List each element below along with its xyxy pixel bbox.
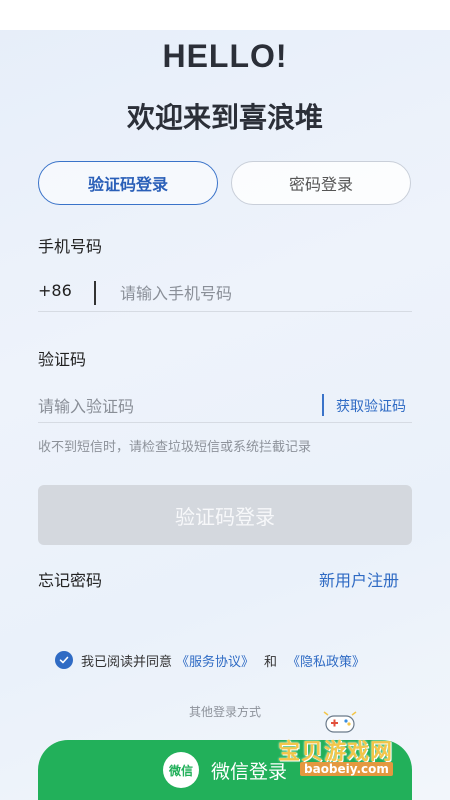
phone-field-row: +86 — [38, 281, 412, 312]
wechat-login-label: 微信登录 — [210, 760, 287, 783]
agreement-row: 我已阅读并同意 《服务协议》 和 《隐私政策》 — [55, 649, 369, 671]
phone-input[interactable] — [120, 284, 400, 303]
welcome-title: 欢迎来到喜浪堆 — [126, 101, 323, 134]
wechat-login-button[interactable]: 微信 微信登录 — [38, 740, 412, 800]
agreement-and: 和 — [264, 654, 278, 670]
code-input[interactable] — [38, 397, 308, 416]
check-icon — [59, 656, 69, 664]
status-bar — [0, 0, 450, 30]
sms-hint: 收不到短信时，请检查垃圾短信或系统拦截记录 — [38, 440, 312, 455]
other-login-label: 其他登录方式 — [188, 705, 261, 719]
phone-label: 手机号码 — [38, 237, 103, 256]
code-field-row: 获取验证码 — [38, 394, 412, 423]
wechat-icon: 微信 — [162, 752, 199, 788]
register-link[interactable]: 新用户注册 — [319, 567, 399, 591]
tab-sms-login-label: 验证码登录 — [87, 175, 168, 194]
get-code-button[interactable]: 获取验证码 — [336, 396, 406, 416]
agreement-text: 我已阅读并同意 — [81, 654, 173, 670]
prefix-divider — [94, 281, 96, 305]
code-label: 验证码 — [38, 350, 87, 369]
agreement-checkbox[interactable] — [55, 651, 73, 669]
greeting-title: HELLO! — [162, 38, 288, 74]
privacy-policy-link[interactable]: 《隐私政策》 — [287, 651, 365, 670]
tab-sms-login[interactable]: 验证码登录 — [38, 161, 218, 205]
country-code[interactable]: +86 — [38, 281, 72, 300]
forgot-password-link[interactable]: 忘记密码 — [38, 567, 102, 591]
login-button[interactable]: 验证码登录 — [38, 485, 412, 545]
service-agreement-link[interactable]: 《服务协议》 — [176, 651, 254, 670]
tab-password-login[interactable]: 密码登录 — [231, 161, 411, 205]
tab-password-login-label: 密码登录 — [288, 175, 353, 194]
get-code-divider — [322, 394, 324, 416]
